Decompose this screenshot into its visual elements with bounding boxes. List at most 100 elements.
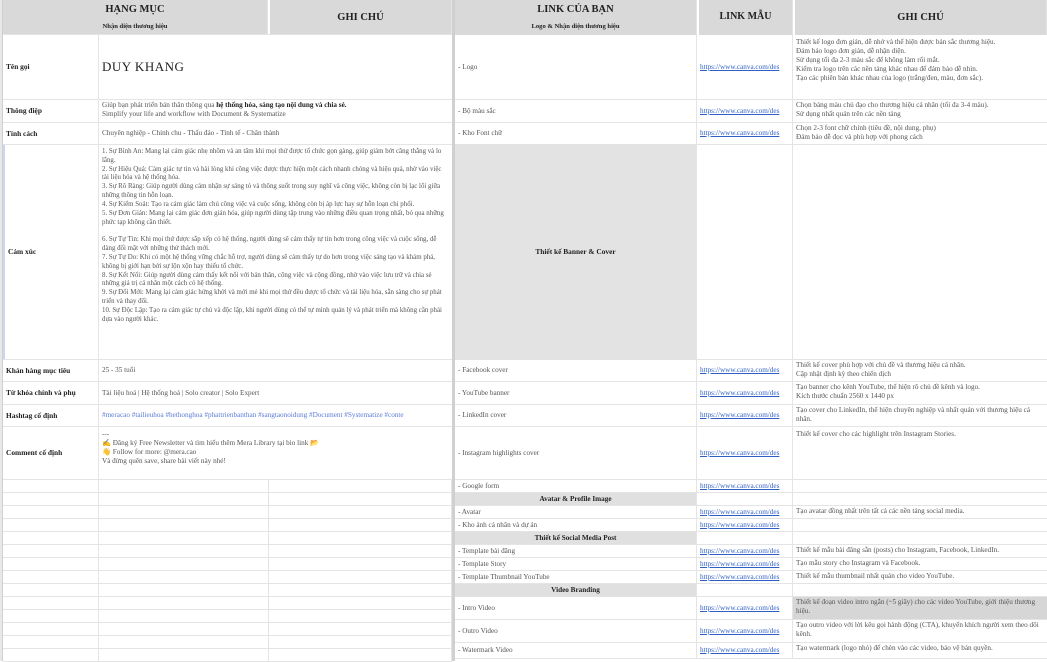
section-row[interactable]: Thiết kế Social Media Post	[455, 532, 1047, 545]
empty-cell	[793, 584, 1047, 596]
link-row[interactable]: - Template Thumbnail YouTube https://www.…	[455, 571, 1047, 584]
link-row[interactable]: - Kho ảnh cá nhân và dự án https://www.ca…	[455, 519, 1047, 532]
link-row[interactable]: - YouTube banner https://www.canva.com/de…	[455, 382, 1047, 405]
row-message[interactable]: Thông điệp Giúp bạn phát triển bản thân …	[3, 100, 452, 123]
sample-link[interactable]: https://www.canva.com/des	[700, 107, 779, 116]
header-sample-link: LINK MẪU	[697, 0, 793, 35]
empty-cell	[99, 636, 269, 648]
empty-cell	[269, 545, 452, 557]
sample-link[interactable]: https://www.canva.com/des	[700, 547, 779, 556]
empty-cell	[99, 493, 269, 505]
link-note: Tạo mẫu story cho Instagram và Facebook.	[796, 559, 921, 567]
empty-cell	[269, 571, 452, 583]
empty-row[interactable]	[3, 493, 452, 506]
sample-link[interactable]: https://www.canva.com/des	[700, 389, 779, 398]
link-item-label: - Logo	[455, 35, 697, 99]
empty-cell	[269, 623, 452, 635]
hashtags-value: #meracao #tailieuhoa #hethonghoa #phattr…	[102, 411, 404, 419]
link-row[interactable]: - Kho Font chữ https://www.canva.com/des C…	[455, 123, 1047, 145]
empty-cell	[269, 597, 452, 609]
empty-row[interactable]	[3, 558, 452, 571]
empty-cell	[269, 493, 452, 505]
link-row[interactable]: - Watermark Video https://www.canva.com/d…	[455, 643, 1047, 659]
sample-link-cell: https://www.canva.com/des	[697, 405, 793, 426]
row-personality[interactable]: Tính cách Chuyên nghiệp - Chỉnh chu - Th…	[3, 123, 452, 145]
row-audience[interactable]: Khán hàng mục tiêu 25 - 35 tuổi	[3, 360, 452, 382]
comment-value: --- ✍️ Đăng ký Free Newsletter và tìm hiể…	[99, 427, 452, 479]
empty-row[interactable]	[3, 480, 452, 493]
section-title: Avatar & Profile Image	[455, 493, 697, 505]
empty-row[interactable]	[3, 545, 452, 558]
empty-cell	[269, 649, 452, 661]
link-note: Thiết kế mẫu bài đăng sẵn (posts) cho In…	[796, 546, 999, 554]
sample-link[interactable]: https://www.canva.com/des	[700, 63, 779, 72]
link-item-label: - Google form	[455, 480, 697, 492]
label-hashtags: Hashtag cố định	[3, 405, 99, 426]
empty-row[interactable]	[3, 584, 452, 597]
empty-cell	[3, 480, 99, 492]
sample-link[interactable]: https://www.canva.com/des	[700, 366, 779, 375]
links-sheet: LINK CỦA BẠN Logo & Nhận diện thương hiệ…	[455, 0, 1047, 661]
sample-link[interactable]: https://www.canva.com/des	[700, 573, 779, 582]
empty-row[interactable]	[3, 623, 452, 636]
link-row[interactable]: - Outro Video https://www.canva.com/des Tạ…	[455, 620, 1047, 643]
row-keywords[interactable]: Từ khóa chính và phụ Tài liệu hoá | Hệ t…	[3, 382, 452, 405]
empty-row[interactable]	[3, 571, 452, 584]
link-row[interactable]: - Template bài đăng https://www.canva.com…	[455, 545, 1047, 558]
sample-link[interactable]: https://www.canva.com/des	[700, 521, 779, 530]
sample-link[interactable]: https://www.canva.com/des	[700, 604, 779, 613]
sample-link[interactable]: https://www.canva.com/des	[700, 411, 779, 420]
empty-row[interactable]	[3, 519, 452, 532]
comment-line: Và đừng quên save, share bài viết này nh…	[102, 457, 226, 465]
empty-cell	[269, 636, 452, 648]
link-row[interactable]: - Logo https://www.canva.com/des Thiết kế …	[455, 35, 1047, 100]
section-row[interactable]: Video Branding	[455, 584, 1047, 597]
empty-cell	[697, 493, 793, 505]
empty-row[interactable]	[3, 610, 452, 623]
link-row[interactable]: - Intro Video https://www.canva.com/des Th…	[455, 597, 1047, 620]
empty-row[interactable]	[3, 649, 452, 662]
link-row[interactable]: - Bộ màu sắc https://www.canva.com/des Chọ…	[455, 100, 1047, 123]
link-note: Chọn 2-3 font chữ chính (tiêu đề, nội du…	[796, 124, 936, 141]
link-note: Thiết kế logo đơn giản, dễ nhớ và thể hi…	[796, 38, 996, 82]
sample-link[interactable]: https://www.canva.com/des	[700, 482, 779, 491]
empty-row[interactable]	[3, 597, 452, 610]
link-row[interactable]: - Instagram highlights cover https://www.…	[455, 427, 1047, 480]
link-note	[793, 519, 1047, 531]
link-item-label: - Intro Video	[455, 597, 697, 619]
link-row[interactable]: - Template Story https://www.canva.com/de…	[455, 558, 1047, 571]
row-comment[interactable]: Comment cố định --- ✍️ Đăng ký Free Newsl…	[3, 427, 452, 480]
sample-link[interactable]: https://www.canva.com/des	[700, 449, 779, 458]
sample-link[interactable]: https://www.canva.com/des	[700, 646, 779, 655]
link-row[interactable]: - LinkedIn cover https://www.canva.com/de…	[455, 405, 1047, 427]
sample-link[interactable]: https://www.canva.com/des	[700, 627, 779, 636]
empty-cell	[3, 532, 99, 544]
link-note: Tạo banner cho kênh YouTube, thể hiện rõ…	[796, 383, 980, 400]
link-row[interactable]: - Facebook cover https://www.canva.com/de…	[455, 360, 1047, 382]
sample-link[interactable]: https://www.canva.com/des	[700, 560, 779, 569]
sample-link[interactable]: https://www.canva.com/des	[700, 129, 779, 138]
section-row[interactable]: Thiết kế Banner & Cover	[455, 145, 1047, 360]
sample-link-cell: https://www.canva.com/des	[697, 100, 793, 122]
sample-link-cell: https://www.canva.com/des	[697, 480, 793, 492]
empty-row[interactable]	[3, 532, 452, 545]
empty-cell	[269, 610, 452, 622]
sample-link-cell: https://www.canva.com/des	[697, 519, 793, 531]
empty-row[interactable]	[3, 506, 452, 519]
sample-link-cell: https://www.canva.com/des	[697, 643, 793, 658]
row-name[interactable]: Tên gọi DUY KHANG	[3, 35, 452, 100]
empty-row[interactable]	[3, 636, 452, 649]
section-row[interactable]: Avatar & Profile Image	[455, 493, 1047, 506]
message-english: Simplify your life and workflow with Doc…	[102, 110, 286, 118]
link-item-label: - Watermark Video	[455, 643, 697, 658]
row-emotion[interactable]: Cảm xúc 1. Sự Bình An: Mang lại cảm giác…	[3, 145, 452, 360]
sample-link[interactable]: https://www.canva.com/des	[700, 508, 779, 517]
message-bold: hệ thống hóa, sáng tạo nội dung và chia …	[216, 101, 347, 109]
empty-cell	[3, 519, 99, 531]
link-note	[793, 480, 1047, 492]
link-row[interactable]: - Avatar https://www.canva.com/des Tạo ava…	[455, 506, 1047, 519]
keywords-value: Tài liệu hoá | Hệ thống hoá | Solo creat…	[102, 388, 260, 397]
row-hashtags[interactable]: Hashtag cố định #meracao #tailieuhoa #he…	[3, 405, 452, 427]
header-notes-right: GHI CHÚ	[793, 0, 1047, 35]
link-row[interactable]: - Google form https://www.canva.com/des	[455, 480, 1047, 493]
